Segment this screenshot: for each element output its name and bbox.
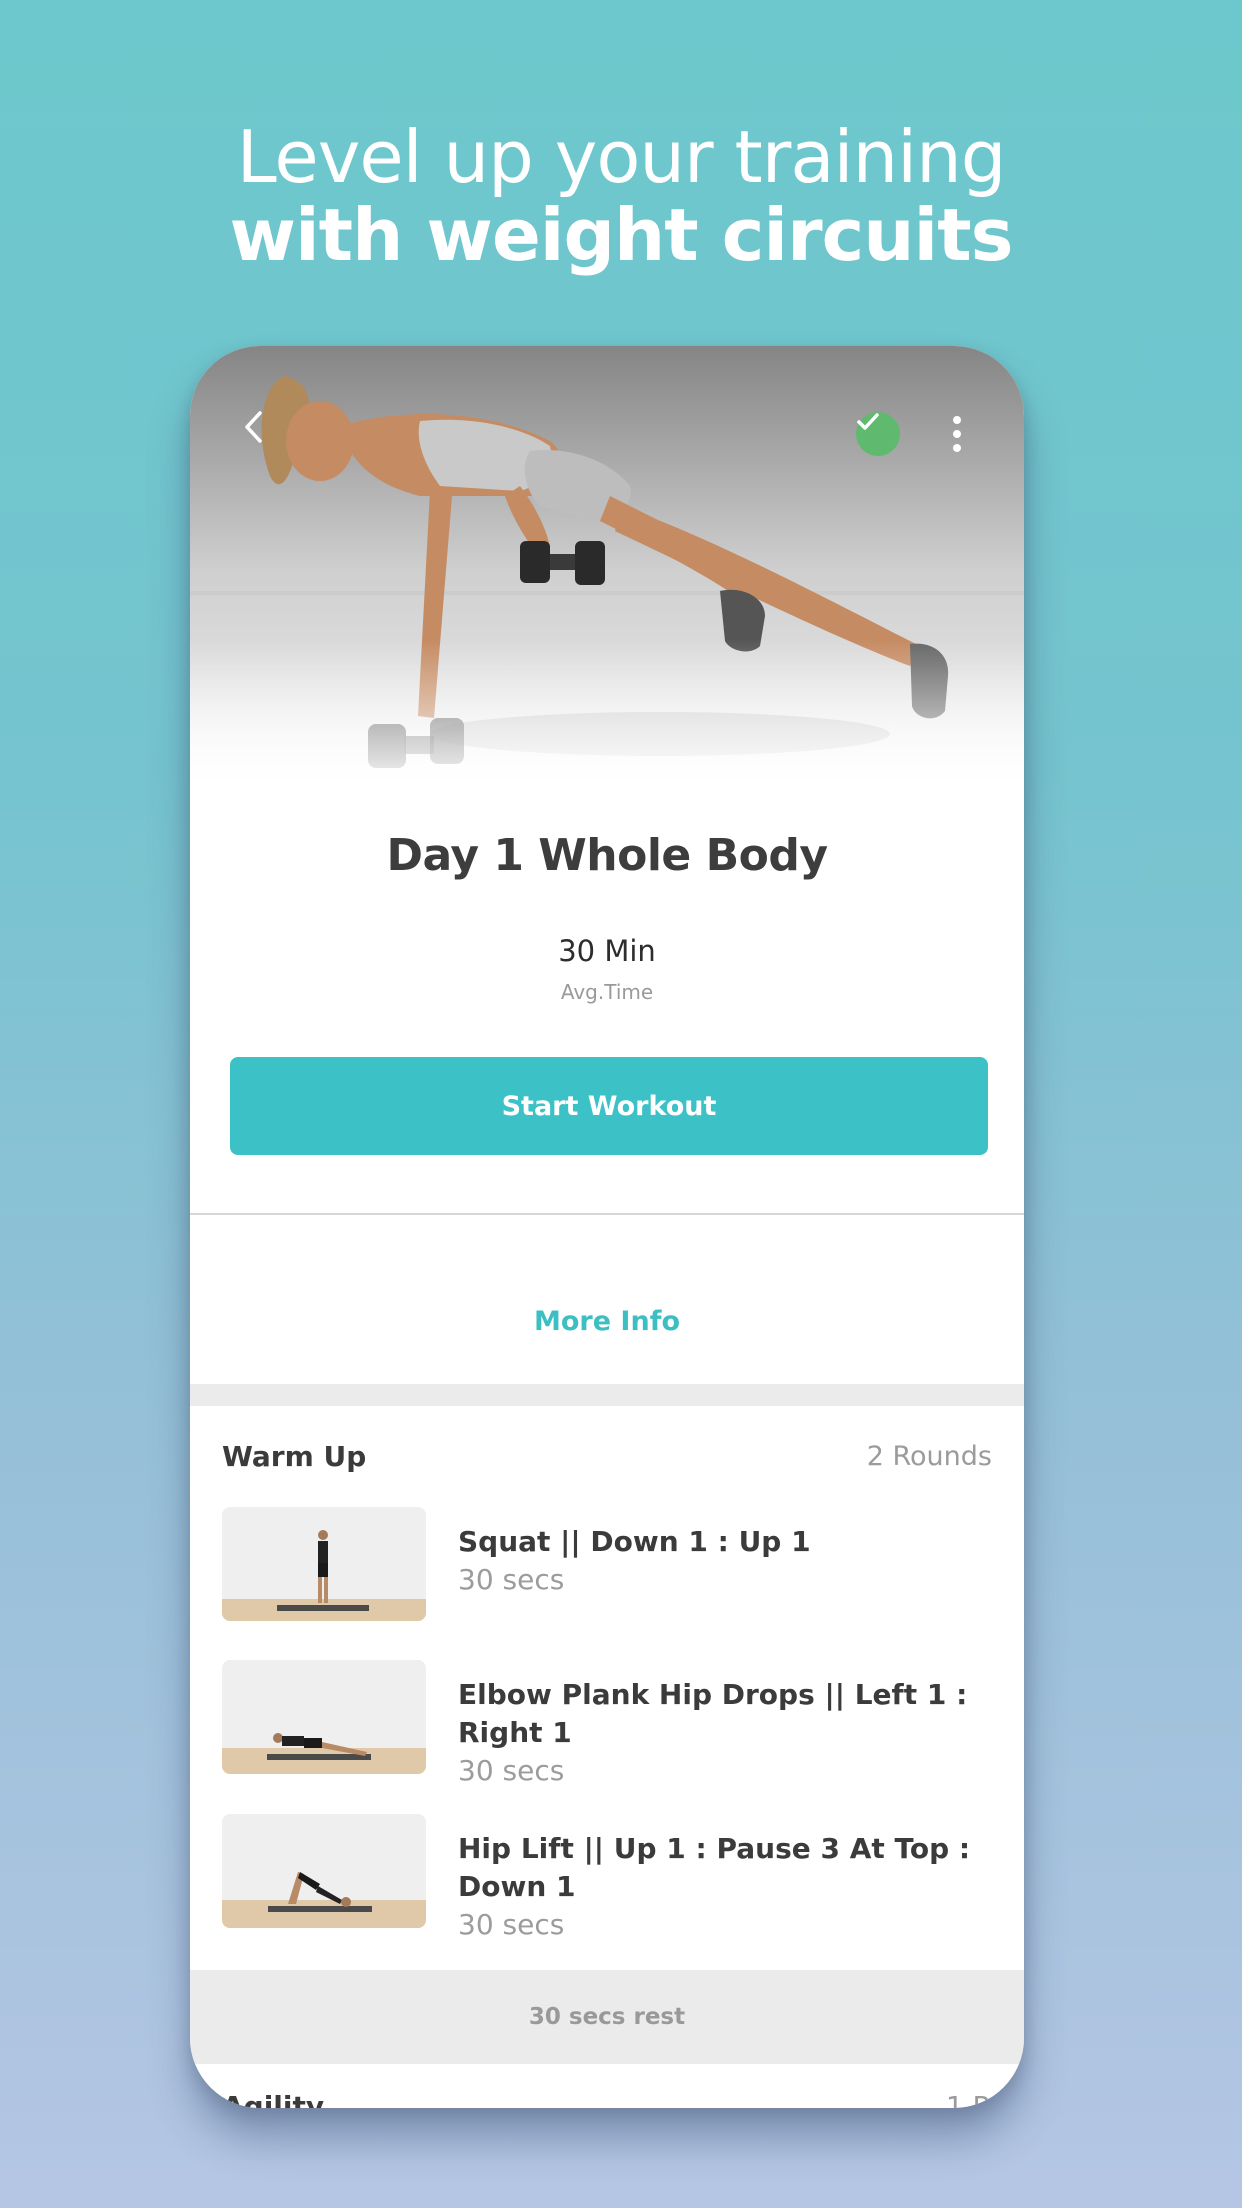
section-title: Warm Up [222,1440,367,1473]
section-rounds: 2 Rounds [866,1441,992,1472]
exercise-thumbnail [222,1660,426,1774]
headline-line-1: Level up your training [236,115,1007,199]
workout-title: Day 1 Whole Body [386,830,828,881]
exercise-name: Hip Lift || Up 1 : Pause 3 At Top : Down… [458,1832,971,1903]
exercise-duration: 30 secs [458,1908,565,1941]
section-header-warm-up: Warm Up 2 Rounds [222,1440,992,1473]
more-info-link[interactable]: More Info [190,1306,1024,1337]
more-vertical-icon-dot [953,430,961,438]
divider [190,1213,1024,1215]
exercise-duration: 30 secs [458,1754,565,1787]
more-vertical-icon-dot [953,416,961,424]
exercise-item[interactable]: Squat || Down 1 : Up 1 30 secs [222,1507,992,1621]
hip-lift-thumbnail-image [222,1814,426,1928]
squat-thumbnail-image [222,1507,426,1621]
more-options-button[interactable] [942,408,972,460]
completed-check-button[interactable] [856,412,900,456]
phone-screen: "/> Day 1 [190,346,1024,2108]
section-separator [190,1384,1024,1406]
avg-time-label: Avg.Time [560,980,654,1004]
exercise-thumbnail [222,1507,426,1621]
section-rounds: 1 R [945,2090,992,2108]
rest-indicator: 30 secs rest [190,1970,1024,2064]
start-workout-button[interactable]: Start Workout [230,1057,988,1155]
elbow-plank-thumbnail-image [222,1660,426,1774]
chevron-left-icon [245,411,262,443]
promo-headline: Level up your training with weight circu… [0,118,1242,274]
exercise-item[interactable]: Hip Lift || Up 1 : Pause 3 At Top : Down… [222,1814,992,1944]
section-title: Agility [222,2090,325,2108]
more-vertical-icon-dot [953,444,961,452]
exercise-thumbnail [222,1814,426,1928]
section-header-next-partial: Agility 1 R [222,2090,992,2108]
avg-time-value: 30 Min [558,934,656,968]
back-button[interactable] [242,410,292,460]
woman-renegade-row-illustration: "/> [190,346,1024,796]
hero-image: "/> [190,346,1024,796]
check-icon [857,413,879,430]
exercise-duration: 30 secs [458,1563,565,1596]
headline-line-2: with weight circuits [229,193,1013,277]
exercise-item[interactable]: Elbow Plank Hip Drops || Left 1 : Right … [222,1660,992,1790]
exercise-name: Squat || Down 1 : Up 1 [458,1525,811,1558]
exercise-name: Elbow Plank Hip Drops || Left 1 : Right … [458,1678,968,1749]
